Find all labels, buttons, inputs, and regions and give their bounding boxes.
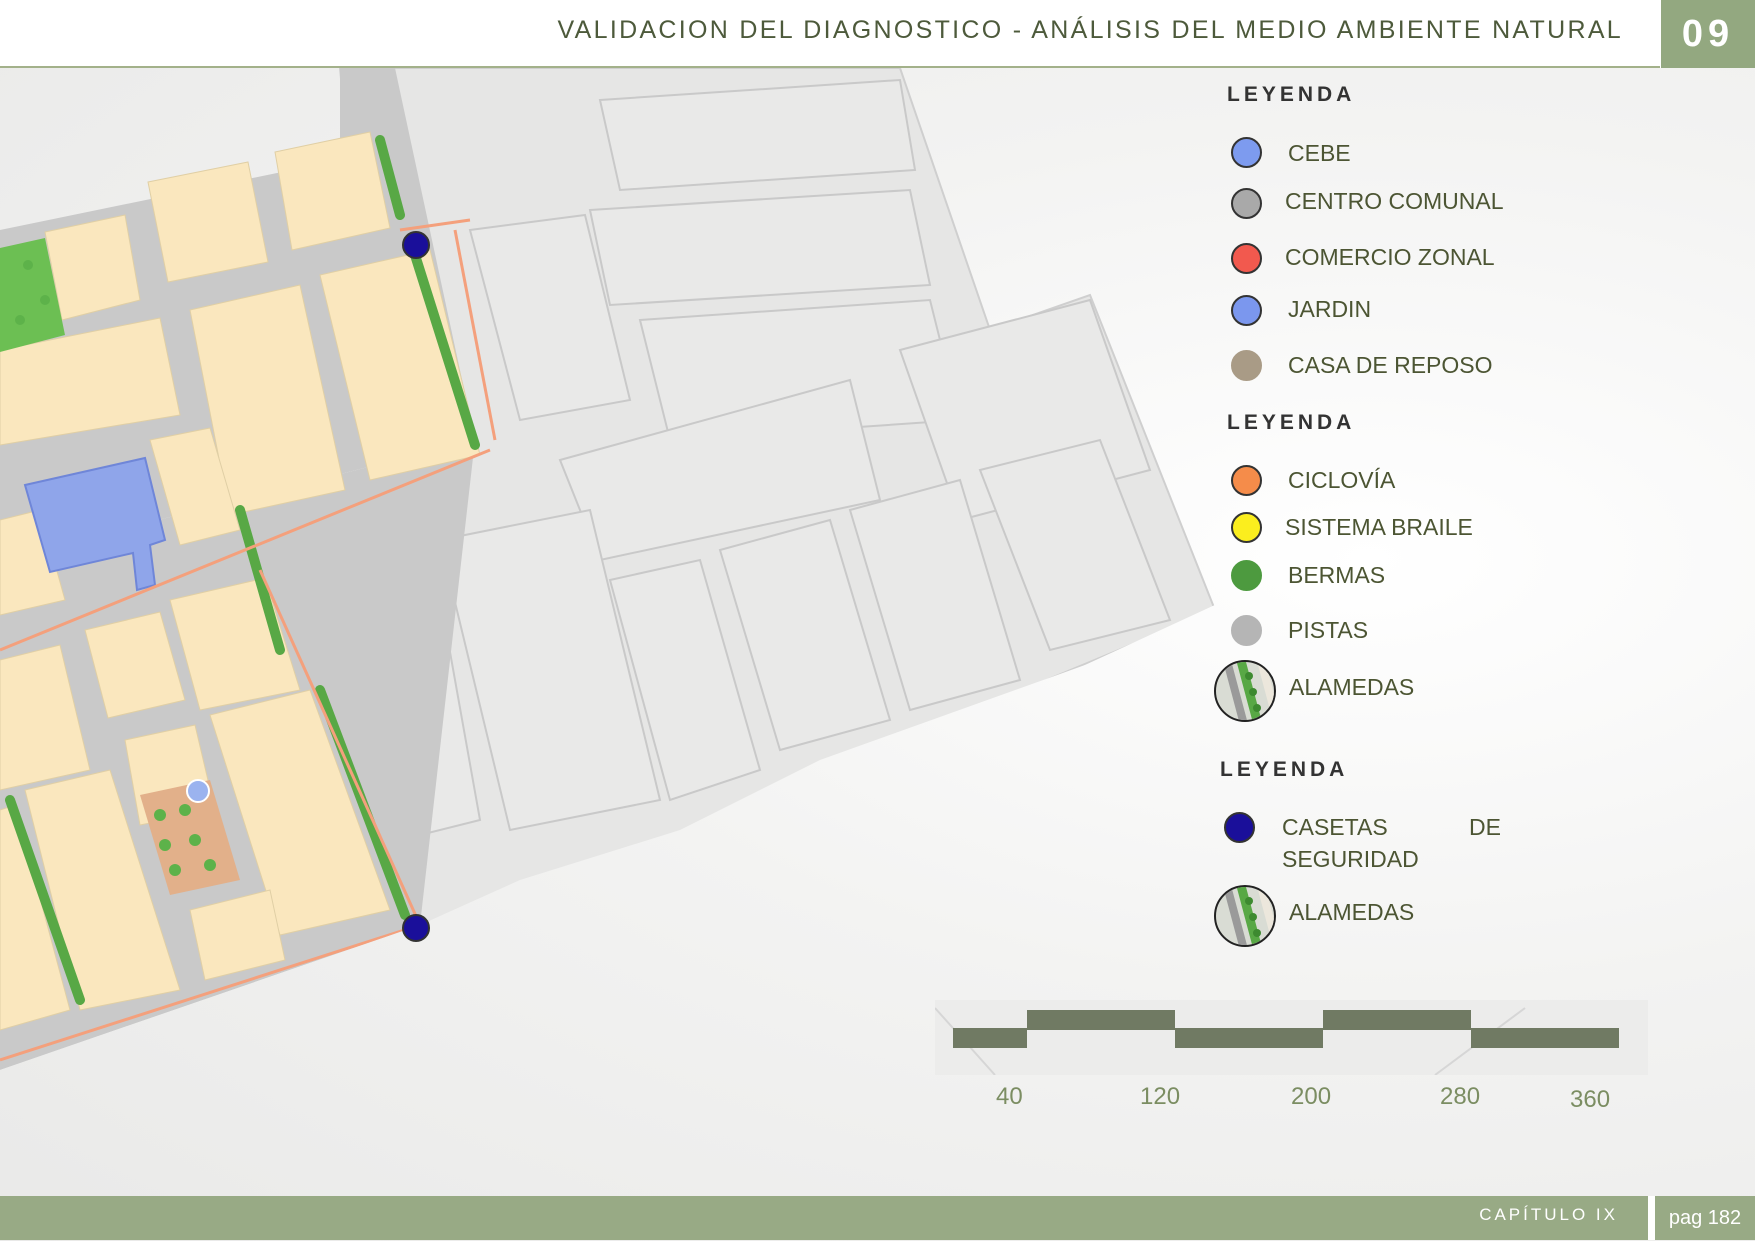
scale-segment [1323, 1010, 1471, 1030]
legend-title: LEYENDA [1220, 758, 1349, 781]
context-block [598, 78, 917, 192]
block [274, 131, 391, 251]
chapter-number-badge: 09 [1661, 0, 1755, 68]
scale-segment [1471, 1028, 1619, 1048]
scale-label: 40 [996, 1083, 1023, 1110]
pistas-swatch [1231, 615, 1262, 646]
bermas-swatch [1231, 560, 1262, 591]
jardin-swatch [1231, 295, 1262, 326]
cebe-swatch [1231, 137, 1262, 168]
security-booth-marker [402, 914, 430, 942]
page-title: VALIDACION DEL DIAGNOSTICO - ANÁLISIS DE… [557, 16, 1623, 44]
footer-bar [0, 1196, 1648, 1240]
alameda-icon [1214, 660, 1276, 722]
page-number: pag 182 [1655, 1196, 1755, 1240]
legend-title: LEYENDA [1227, 411, 1356, 434]
security-booth-marker [402, 231, 430, 259]
fountain [186, 779, 210, 803]
comercio-zonal-swatch [1231, 243, 1262, 274]
legend-title: LEYENDA [1227, 83, 1356, 106]
scale-label: 360 [1570, 1086, 1611, 1113]
scale-segment [953, 1028, 1027, 1048]
casa-de-reposo-swatch [1231, 350, 1262, 381]
chapter-label: CAPÍTULO IX [1479, 1205, 1618, 1224]
ciclovia-swatch [1231, 465, 1262, 496]
scale-label: 200 [1291, 1083, 1332, 1110]
centro-comunal-swatch [1231, 188, 1262, 219]
casetas-de-seguridad-swatch [1224, 812, 1255, 843]
scale-bar [935, 1000, 1648, 1075]
legend-item-casetas-de-seguridad: CASETAS DE SEGURIDAD [1224, 812, 1584, 878]
context-block [588, 188, 932, 307]
scale-segment [1027, 1010, 1175, 1030]
block [147, 161, 269, 283]
scale-label: 280 [1440, 1083, 1481, 1110]
scale-segment [1175, 1028, 1323, 1048]
alameda-icon [1214, 885, 1276, 947]
sistema-braile-swatch [1231, 512, 1262, 543]
urban-plan-map [0, 68, 1217, 1070]
scale-label: 120 [1140, 1083, 1181, 1110]
footer-separator [1648, 1196, 1655, 1240]
